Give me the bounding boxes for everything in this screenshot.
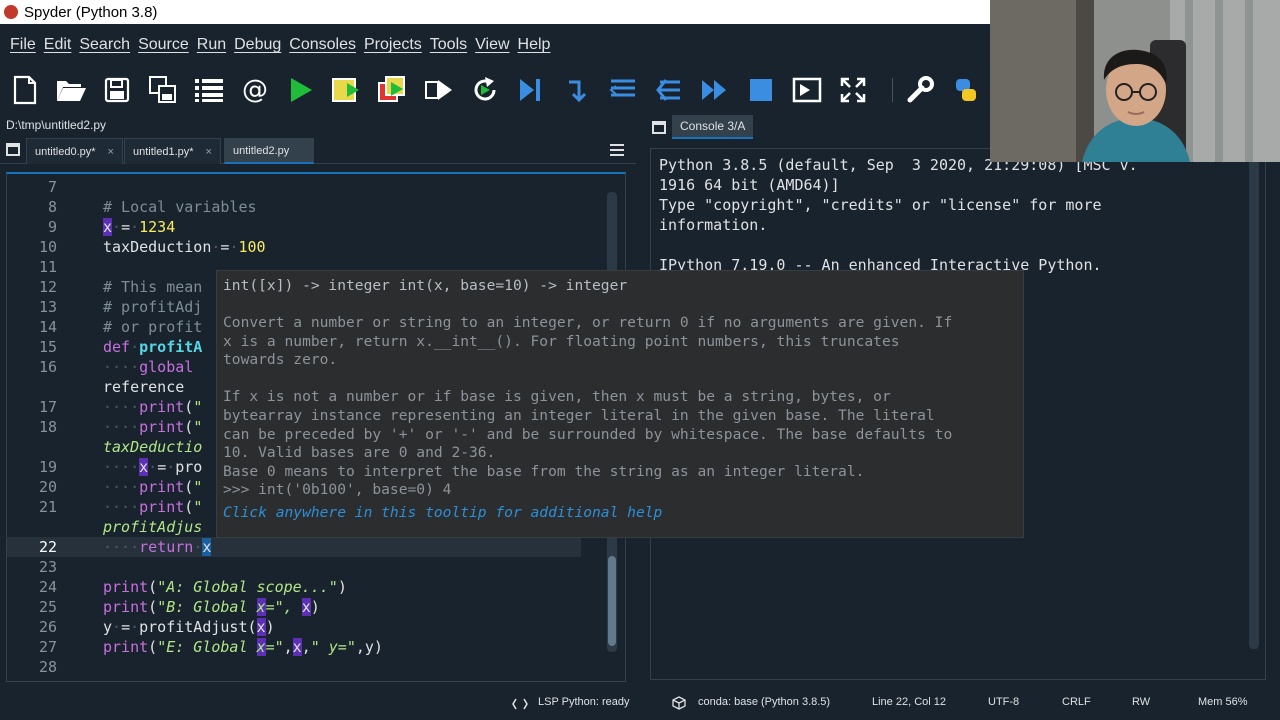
tab-untitled0[interactable]: untitled0.py* × <box>26 138 123 164</box>
menu-run[interactable]: Run <box>193 36 230 54</box>
menu-tools[interactable]: Tools <box>426 36 471 54</box>
code-line: 9 x·=·1234 <box>47 218 176 236</box>
code-line: 7 <box>47 178 57 196</box>
tooltip-line: Base 0 means to interpret the base from … <box>223 462 865 480</box>
run-cell-icon[interactable] <box>330 73 364 107</box>
tooltip-line: 10. Valid bases are 0 and 2-36. <box>223 444 496 462</box>
browse-tabs-icon[interactable] <box>6 143 20 156</box>
status-bar: LSP Python: ready conda: base (Python 3.… <box>0 688 1280 720</box>
conda-env: conda: base (Python 3.8.5) <box>698 696 831 708</box>
options-menu-icon[interactable] <box>610 144 624 156</box>
code-line: 10 taxDeduction·=·100 <box>38 238 266 256</box>
code-line-current: 22 ····return·x <box>7 537 581 557</box>
close-tab-icon[interactable]: × <box>108 146 114 158</box>
calltip-tooltip[interactable]: int([x]) -> integer int(x, base=10) -> i… <box>216 270 1024 538</box>
console-tab-label: Console 3/A <box>680 119 746 133</box>
debug-step-icon[interactable] <box>514 73 548 107</box>
menu-file[interactable]: File <box>6 36 40 54</box>
run-icon[interactable] <box>284 73 318 107</box>
code-line: 25 print("B: Global x=", x) <box>38 598 320 616</box>
tooltip-line <box>223 370 1017 389</box>
tab-label: untitled1.py* <box>133 145 194 158</box>
fullscreen-icon[interactable] <box>836 73 870 107</box>
save-icon[interactable] <box>100 73 134 107</box>
tooltip-line: >>> int('0b100', base=0) 4 <box>223 481 452 499</box>
presenter-video-image <box>990 0 1280 162</box>
tab-untitled2[interactable]: untitled2.py <box>224 138 314 164</box>
code-line: 26 y·=·profitAdjust(x) <box>38 618 275 636</box>
tab-console[interactable]: Console 3/A <box>672 115 754 139</box>
lsp-icon <box>512 696 528 715</box>
rerun-icon[interactable] <box>468 73 502 107</box>
menu-consoles[interactable]: Consoles <box>285 36 360 54</box>
debug-icon-2[interactable] <box>606 73 640 107</box>
toolbar-separator <box>892 78 893 102</box>
lsp-status: LSP Python: ready <box>538 696 630 708</box>
code-line: 8 # Local variables <box>47 198 257 216</box>
spyder-window: Spyder (Python 3.8) File Edit Search Sou… <box>0 0 1280 720</box>
browse-tabs-icon[interactable] <box>652 121 666 134</box>
webcam-overlay <box>990 0 1280 162</box>
tooltip-line: bytearray instance representing an integ… <box>223 406 935 424</box>
tooltip-line: x is a number, return x.__int__(). For f… <box>223 332 900 350</box>
tab-label: untitled2.py <box>233 144 290 157</box>
menu-source[interactable]: Source <box>134 36 193 54</box>
menu-help[interactable]: Help <box>514 36 555 54</box>
tooltip-line: can be preceded by '+' or '-' and be sur… <box>223 425 953 443</box>
at-icon[interactable]: @ <box>238 73 272 107</box>
list-icon[interactable] <box>192 73 226 107</box>
tooltip-help-link[interactable]: Click anywhere in this tooltip for addit… <box>223 504 1017 523</box>
save-all-icon[interactable] <box>146 73 180 107</box>
run-cell-advance-icon[interactable] <box>376 73 410 107</box>
code-line: 28 <box>38 658 57 676</box>
cursor-position: Line 22, Col 12 <box>872 696 946 708</box>
menu-search[interactable]: Search <box>75 36 134 54</box>
python-icon[interactable] <box>949 73 983 107</box>
continue-icon[interactable] <box>698 73 732 107</box>
wrench-icon[interactable] <box>903 73 937 107</box>
maximize-pane-icon[interactable] <box>790 73 824 107</box>
tab-untitled1[interactable]: untitled1.py* × <box>124 138 221 164</box>
window-title: Spyder (Python 3.8) <box>24 3 158 21</box>
scrollbar-thumb[interactable] <box>608 556 616 646</box>
tooltip-line: If x is not a number or if base is given… <box>223 388 891 406</box>
debug-icon-3[interactable] <box>652 73 686 107</box>
code-line: 23 <box>38 558 57 576</box>
file-permissions: RW <box>1132 696 1151 708</box>
line-endings: CRLF <box>1062 696 1091 708</box>
tooltip-line: Convert a number or string to an integer… <box>223 314 953 331</box>
console-scrollbar[interactable] <box>1249 159 1259 649</box>
stop-icon[interactable] <box>744 73 778 107</box>
svg-text:@: @ <box>242 76 268 104</box>
menu-edit[interactable]: Edit <box>40 36 76 54</box>
tab-label: untitled0.py* <box>35 145 96 158</box>
close-tab-icon[interactable]: × <box>206 146 212 158</box>
menu-view[interactable]: View <box>471 36 513 54</box>
conda-icon <box>672 696 686 713</box>
memory-usage: Mem 56% <box>1198 696 1248 708</box>
tooltip-signature: int([x]) -> integer int(x, base=10) -> i… <box>223 277 628 294</box>
code-line: 24 print("A: Global scope...") <box>38 578 347 596</box>
debug-icon-1[interactable] <box>560 73 594 107</box>
new-file-icon[interactable] <box>8 73 42 107</box>
run-selection-icon[interactable] <box>422 73 456 107</box>
console-output: Python 3.8.5 (default, Sep 3 2020, 21:29… <box>659 156 1138 274</box>
file-encoding: UTF-8 <box>988 696 1020 708</box>
open-file-icon[interactable] <box>54 73 88 107</box>
file-path: D:\tmp\untitled2.py <box>6 118 107 132</box>
menu-projects[interactable]: Projects <box>360 36 426 54</box>
menu-debug[interactable]: Debug <box>230 36 285 54</box>
code-line: 27 print("E: Global x=",x," y=",y) <box>38 638 383 656</box>
editor-tab-bar: untitled0.py* × untitled1.py* × untitled… <box>0 138 636 164</box>
tooltip-line: towards zero. <box>223 351 338 369</box>
spyder-logo-icon <box>4 5 18 19</box>
